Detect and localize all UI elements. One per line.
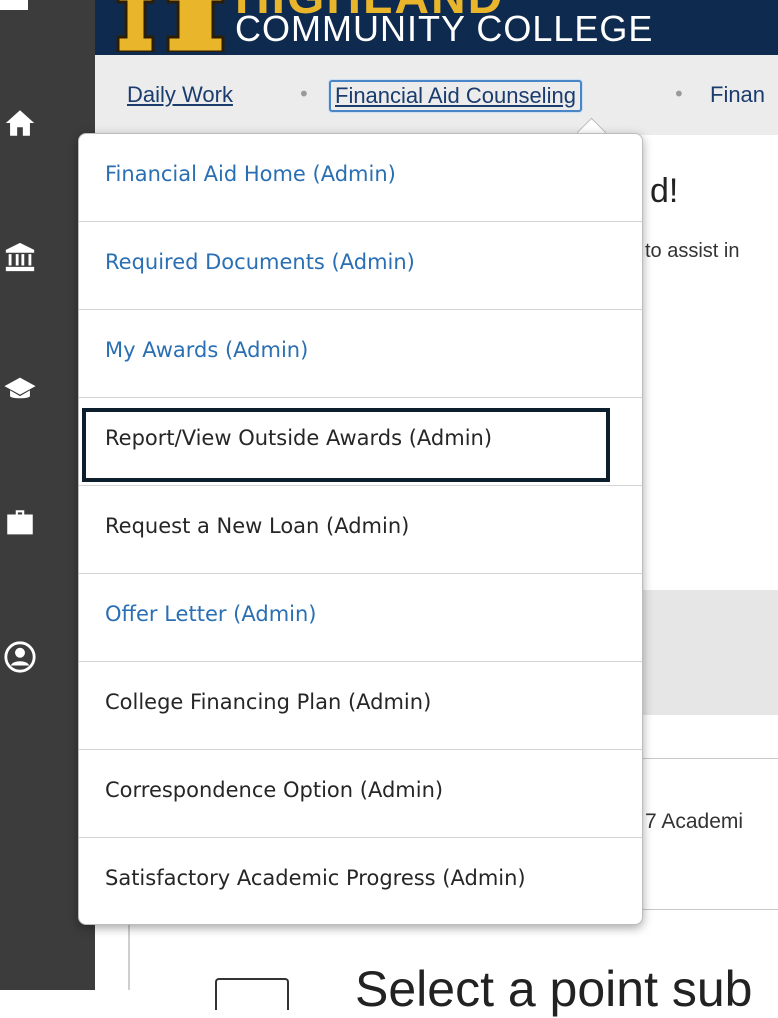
breadcrumb-financial-aid-counseling[interactable]: Financial Aid Counseling [329,80,582,112]
menu-item-my-awards[interactable]: My Awards (Admin) [79,310,642,398]
menu-item-offer-letter[interactable]: Offer Letter (Admin) [79,574,642,662]
college-logo [116,0,225,52]
graduation-cap-icon[interactable] [0,372,40,412]
page-subtext: to assist in [645,240,740,262]
menu-item-college-financing-plan[interactable]: College Financing Plan (Admin) [79,662,642,750]
academic-year-label: 7 Academi [645,810,744,833]
page-heading: d! [650,172,679,210]
college-name: COMMUNITY COLLEGE [235,8,654,49]
financial-aid-dropdown-menu: Financial Aid Home (Admin) Required Docu… [78,133,643,925]
briefcase-icon[interactable] [0,506,40,546]
breadcrumb-separator: • [673,82,685,106]
content-band [640,590,778,715]
document-icon [215,978,289,1010]
home-icon[interactable] [0,106,40,146]
breadcrumb-finan[interactable]: Finan [710,82,765,108]
menu-item-financial-aid-home[interactable]: Financial Aid Home (Admin) [79,134,642,222]
breadcrumb-separator: • [298,82,310,106]
menu-item-correspondence-option[interactable]: Correspondence Option (Admin) [79,750,642,838]
menu-item-satisfactory-academic-progress[interactable]: Satisfactory Academic Progress (Admin) [79,838,642,926]
menu-item-request-new-loan[interactable]: Request a New Loan (Admin) [79,486,642,574]
menu-item-report-view-outside-awards[interactable]: Report/View Outside Awards (Admin) [79,398,642,486]
menu-item-required-documents[interactable]: Required Documents (Admin) [79,222,642,310]
bank-icon[interactable] [0,240,40,280]
user-circle-icon[interactable] [0,640,40,680]
breadcrumb-daily-work[interactable]: Daily Work [127,82,233,108]
menu-icon[interactable] [0,0,28,10]
section-heading: Select a point sub [355,961,753,1017]
college-banner: HIGHLAND COMMUNITY COLLEGE [95,0,778,55]
